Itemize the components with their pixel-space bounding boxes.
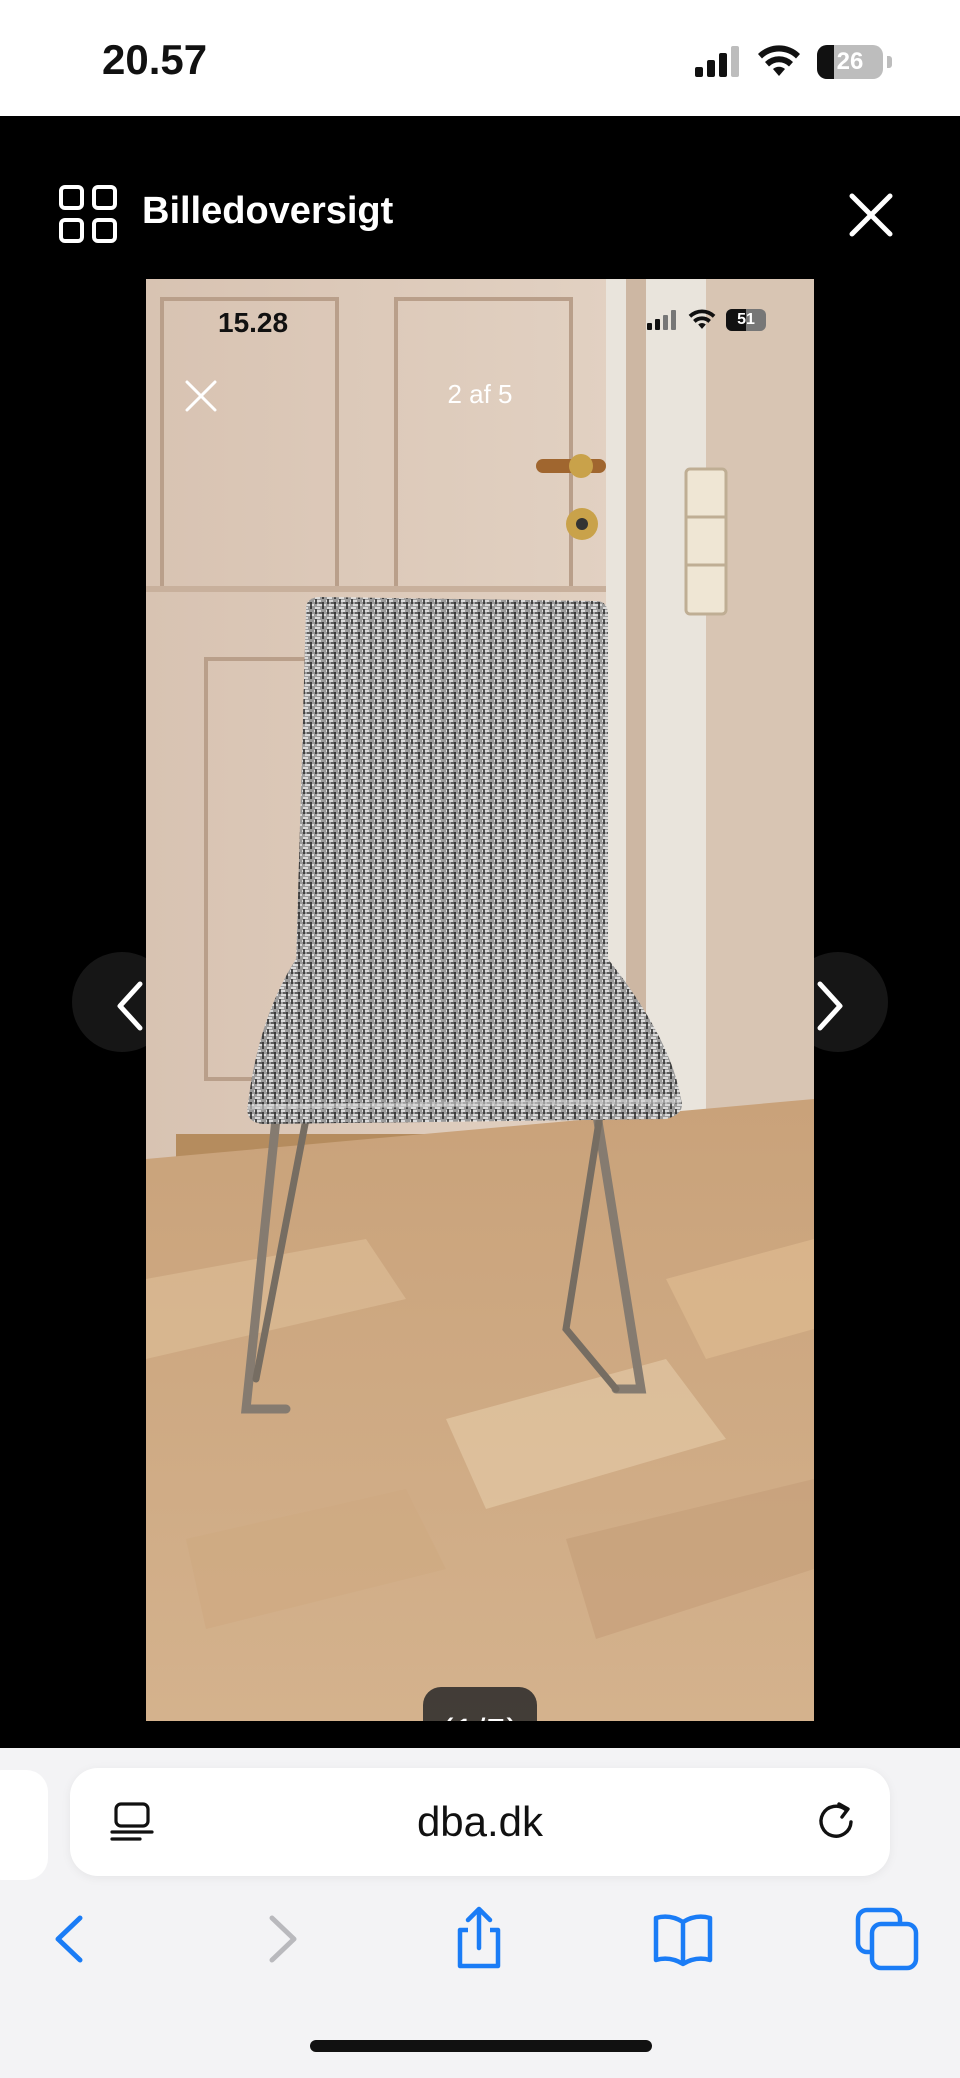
bookmarks-icon bbox=[653, 1914, 713, 1967]
wifi-icon bbox=[758, 45, 800, 76]
forward-button[interactable] bbox=[246, 1906, 312, 1972]
image-viewer: Billedoversigt 15.28 51 2 af 5 bbox=[0, 116, 960, 1748]
share-icon bbox=[457, 1906, 501, 1969]
status-bar: 20.57 26 bbox=[0, 0, 960, 116]
battery-percent: 26 bbox=[836, 48, 864, 75]
tabs-icon bbox=[855, 1907, 919, 1971]
share-button[interactable] bbox=[446, 1906, 512, 1972]
forward-icon bbox=[269, 1915, 297, 1963]
photo-counter: (1/5) bbox=[423, 1687, 537, 1721]
status-time: 20.57 bbox=[102, 36, 208, 83]
address-url: dba.dk bbox=[416, 1798, 544, 1845]
viewer-title: Billedoversigt bbox=[142, 190, 394, 232]
photo-status-icons: 51 bbox=[646, 309, 766, 331]
signal-icon bbox=[695, 46, 739, 77]
reload-icon[interactable] bbox=[812, 1796, 860, 1844]
chevron-right-icon[interactable] bbox=[790, 956, 860, 1056]
photo-signal-icon bbox=[647, 310, 676, 330]
close-icon[interactable] bbox=[848, 192, 894, 238]
previous-tab-peek[interactable] bbox=[0, 1770, 48, 1880]
bookmarks-button[interactable] bbox=[650, 1906, 716, 1972]
back-button[interactable] bbox=[40, 1906, 106, 1972]
chevron-left-icon[interactable] bbox=[100, 956, 170, 1056]
photo-battery-icon: 51 bbox=[726, 309, 766, 331]
battery-icon: 26 bbox=[817, 45, 883, 79]
home-indicator bbox=[310, 2040, 652, 2052]
listing-photo[interactable]: 15.28 51 2 af 5 (1/5) bbox=[146, 279, 814, 1721]
viewer-header: Billedoversigt bbox=[0, 116, 960, 280]
photo-inner-counter: 2 af 5 bbox=[447, 379, 513, 409]
address-bar[interactable]: dba.dk bbox=[70, 1768, 890, 1876]
back-icon bbox=[55, 1915, 83, 1963]
photo-battery-percent: 51 bbox=[737, 311, 755, 328]
photo-status-time: 15.28 bbox=[218, 307, 289, 338]
tabs-button[interactable] bbox=[854, 1906, 920, 1972]
chair-photo-illustration bbox=[146, 279, 814, 1721]
status-icons: 26 bbox=[693, 42, 892, 82]
grid-icon[interactable] bbox=[58, 184, 118, 244]
photo-wifi-icon bbox=[688, 309, 716, 329]
browser-bottom-bar: dba.dk bbox=[0, 1748, 960, 2078]
browser-toolbar bbox=[0, 1900, 960, 1980]
